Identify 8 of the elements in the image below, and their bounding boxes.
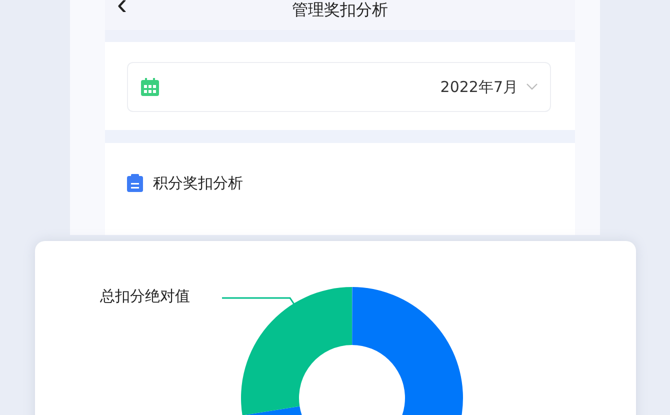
chevron-down-icon — [526, 83, 538, 91]
date-picker[interactable]: 2022年7月 — [127, 62, 551, 112]
donut-label: 总扣分绝对值 — [100, 287, 190, 306]
back-button[interactable]: ‹ — [117, 0, 127, 20]
section-title: 积分奖扣分析 — [153, 174, 243, 192]
clipboard-icon — [127, 174, 143, 192]
calendar-icon — [140, 77, 160, 97]
page-title: 管理奖扣分析 — [292, 1, 388, 19]
